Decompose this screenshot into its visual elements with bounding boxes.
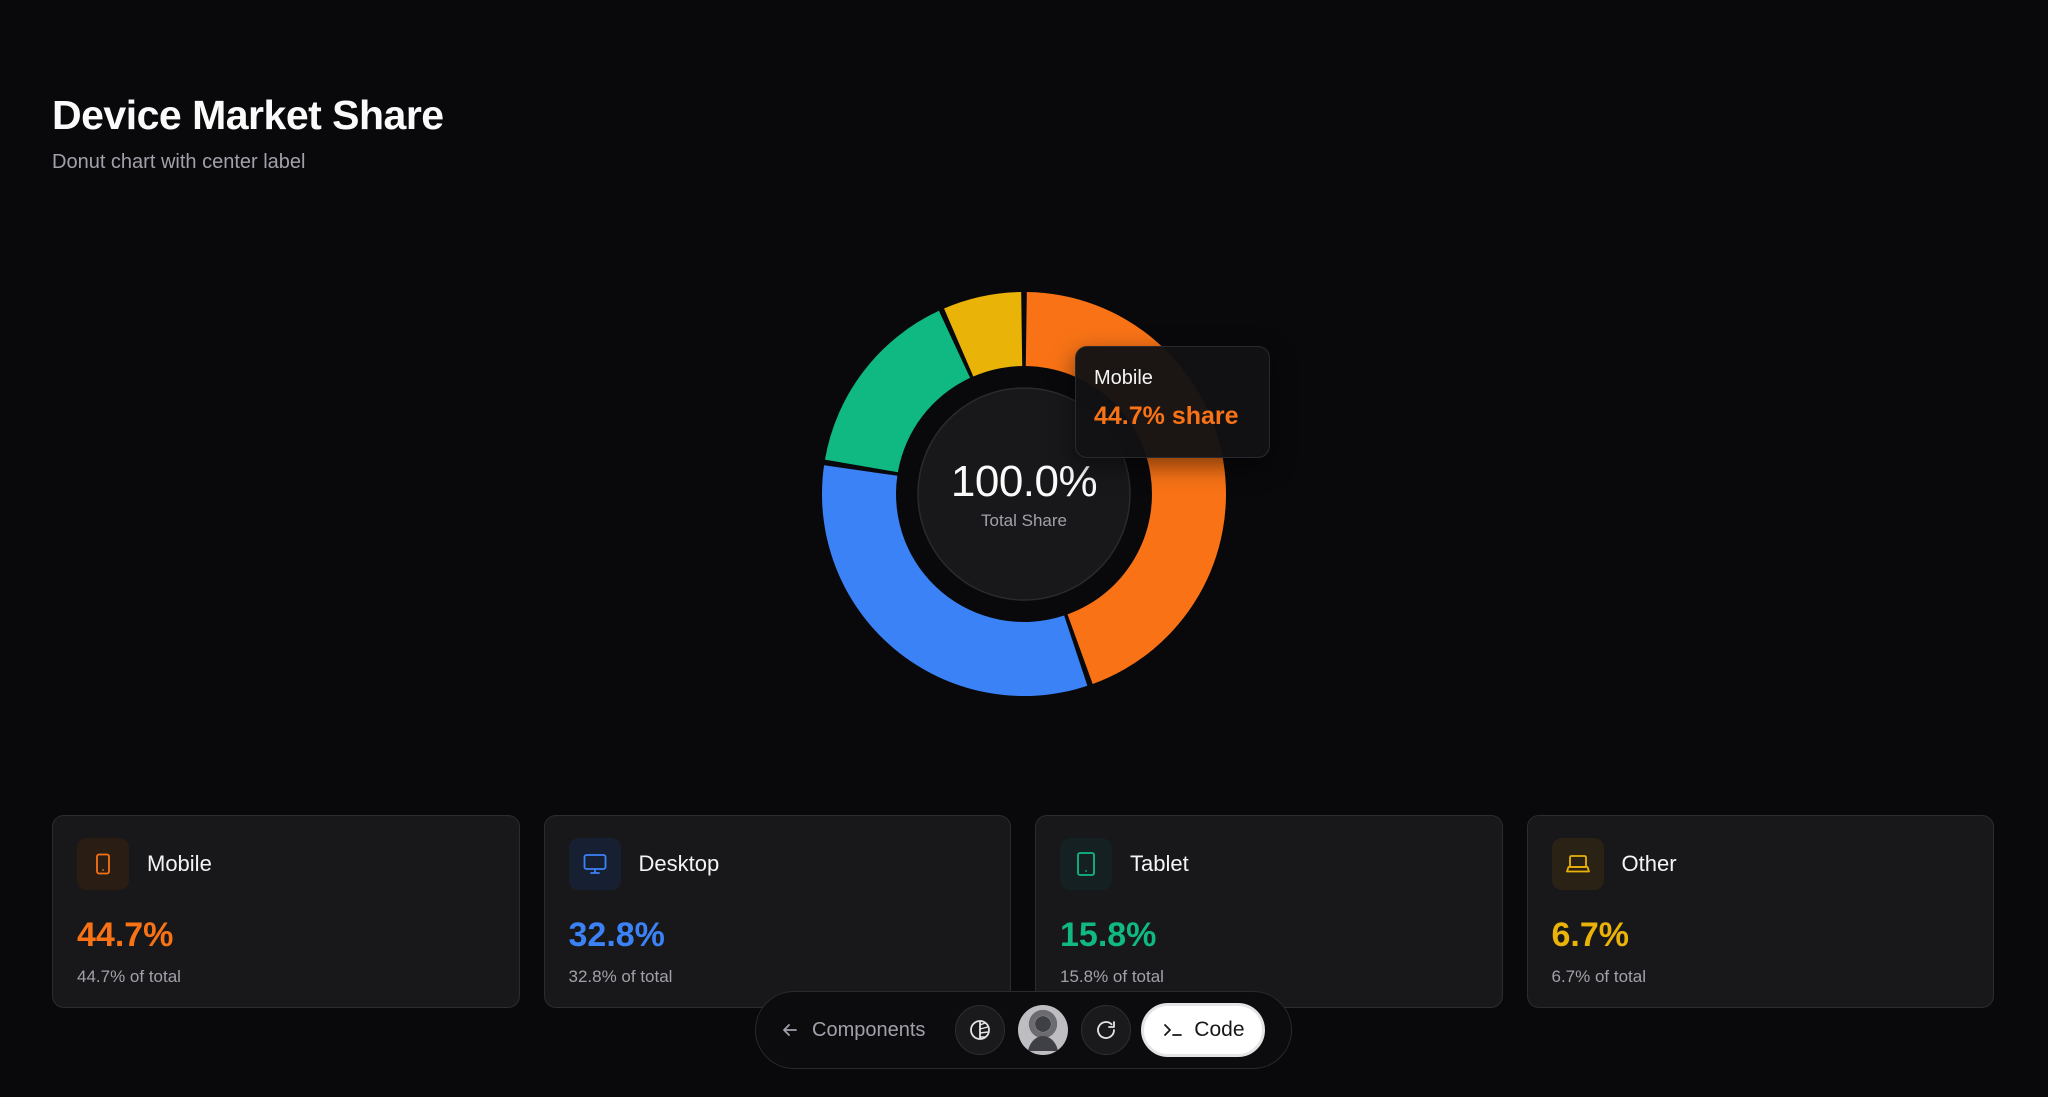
- stat-card-other[interactable]: Other 6.7% 6.7% of total: [1526, 815, 1994, 1008]
- tooltip-value: 44.7% share: [1094, 402, 1239, 430]
- page-title: Device Market Share: [52, 92, 444, 138]
- refresh-button[interactable]: [1081, 1005, 1132, 1055]
- tablet-icon: [1060, 838, 1112, 890]
- card-head: Other: [1551, 838, 1970, 890]
- card-value: 44.7%: [77, 916, 174, 954]
- card-value: 6.7%: [1551, 916, 1630, 954]
- user-avatar-icon: [1028, 1016, 1059, 1051]
- arrow-left-icon: [783, 1024, 797, 1036]
- smartphone-icon: [77, 838, 129, 890]
- back-to-components-link[interactable]: Components: [780, 1019, 925, 1042]
- code-button[interactable]: Code: [1141, 1003, 1266, 1057]
- donut-svg: [822, 292, 1226, 696]
- stat-card-desktop[interactable]: Desktop 32.8% 32.8% of total: [543, 815, 1011, 1008]
- page-subtitle: Donut chart with center label: [52, 151, 306, 173]
- card-label: Other: [1621, 851, 1677, 876]
- header: Device Market Share Donut chart with cen…: [52, 92, 444, 174]
- card-note: 6.7% of total: [1551, 967, 1647, 986]
- donut-chart: 100.0% Total Share: [804, 274, 1244, 714]
- card-value: 15.8%: [1060, 916, 1157, 954]
- card-head: Mobile: [77, 838, 495, 890]
- stat-cards: Mobile 44.7% 44.7% of total Desktop 32.8…: [52, 815, 1994, 1008]
- card-note: 44.7% of total: [77, 967, 181, 986]
- monitor-icon: [568, 838, 621, 890]
- terminal-icon: [1164, 1024, 1183, 1036]
- card-label: Mobile: [147, 851, 212, 876]
- tooltip-name: Mobile: [1094, 367, 1153, 389]
- card-note: 15.8% of total: [1060, 967, 1164, 986]
- card-head: Desktop: [568, 838, 987, 890]
- page: Device Market Share Donut chart with cen…: [0, 0, 2048, 1097]
- theme-toggle-button[interactable]: [955, 1005, 1006, 1055]
- card-label: Desktop: [638, 851, 720, 876]
- avatar[interactable]: [1018, 1005, 1069, 1055]
- refresh-icon: [1097, 1021, 1116, 1039]
- card-note: 32.8% of total: [568, 967, 673, 986]
- chart-tooltip: Mobile 44.7% share: [1075, 346, 1270, 458]
- card-value: 32.8%: [568, 916, 665, 954]
- card-head: Tablet: [1060, 838, 1478, 890]
- bottom-toolbar: Components Code: [755, 991, 1292, 1069]
- card-label: Tablet: [1130, 851, 1189, 876]
- laptop-icon: [1551, 838, 1604, 890]
- code-label: Code: [1194, 1018, 1245, 1041]
- back-label: Components: [812, 1018, 926, 1041]
- contrast-icon: [970, 1020, 991, 1040]
- stat-card-tablet[interactable]: Tablet 15.8% 15.8% of total: [1035, 815, 1503, 1008]
- stat-card-mobile[interactable]: Mobile 44.7% 44.7% of total: [52, 815, 520, 1008]
